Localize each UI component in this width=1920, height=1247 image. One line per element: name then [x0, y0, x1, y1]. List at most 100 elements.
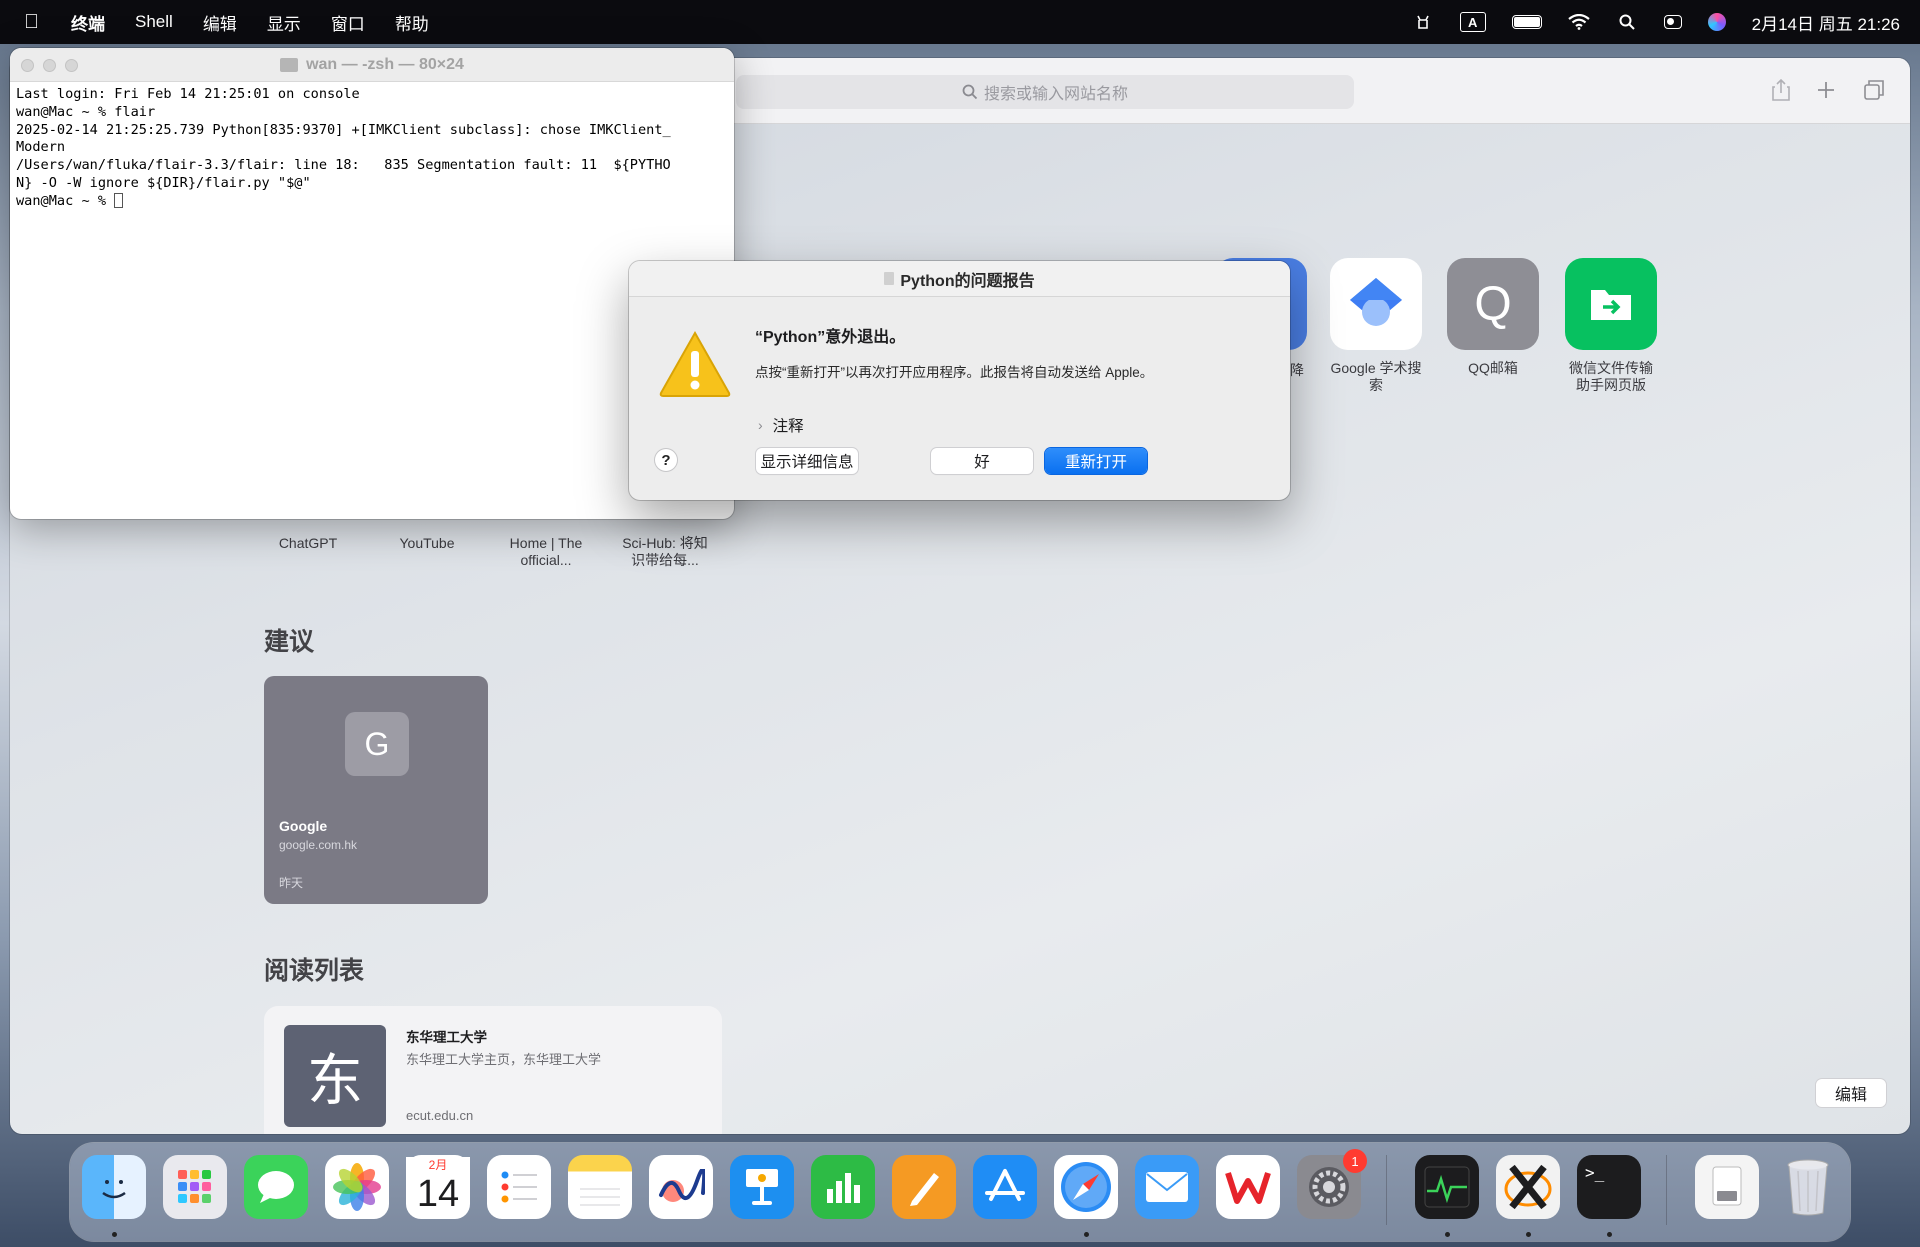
reading-list-item[interactable]: 东 东华理工大学 东华理工大学主页，东华理工大学 ecut.edu.cn: [264, 1006, 722, 1134]
menu-edit[interactable]: 编辑: [188, 10, 252, 35]
terminal-line: Last login: Fri Feb 14 21:25:01 on conso…: [16, 86, 360, 102]
favorite-label: Sci-Hub: 将知识带给每...: [622, 535, 708, 568]
favorite-google-scholar[interactable]: Google 学术搜索: [1330, 258, 1422, 394]
ok-button[interactable]: 好: [931, 448, 1033, 474]
menu-clock[interactable]: 2月14日 周五 21:26: [1752, 10, 1900, 35]
help-button[interactable]: ?: [655, 449, 677, 471]
terminal-line: /Users/wan/fluka/flair-3.3/flair: line 1…: [16, 157, 671, 174]
calendar-icon[interactable]: 2月 14: [406, 1155, 470, 1219]
suggestion-url: google.com.hk: [279, 838, 358, 852]
photos-icon[interactable]: [325, 1155, 389, 1219]
notification-badge: 1: [1343, 1149, 1367, 1173]
wechat-file-transfer-icon: [1565, 258, 1657, 350]
suggestion-title: Google: [279, 818, 328, 834]
wps-icon[interactable]: [1216, 1155, 1280, 1219]
suggestions-heading: 建议: [264, 628, 315, 656]
favorite-label: 微信文件传输助手网页版: [1569, 360, 1653, 393]
terminal-cursor: [114, 192, 124, 208]
dialog-heading: “Python”意外退出。: [755, 329, 906, 346]
pages-icon[interactable]: [892, 1155, 956, 1219]
address-bar-placeholder: 搜索或输入网站名称: [983, 86, 1128, 103]
menu-view[interactable]: 显示: [252, 10, 316, 35]
menu-app-name[interactable]: 终端: [56, 10, 120, 35]
crash-report-dialog: Python的问题报告 “Python”意外退出。 点按“重新打开”以再次打开应…: [629, 261, 1290, 500]
terminal-icon[interactable]: >_: [1577, 1155, 1641, 1219]
warning-icon: [659, 330, 731, 397]
suggestion-card-google[interactable]: G Google google.com.hk 昨天: [264, 676, 488, 904]
battery-icon[interactable]: [1511, 15, 1542, 29]
address-bar[interactable]: 搜索或输入网站名称: [736, 75, 1354, 109]
qq-mail-icon: Q: [1447, 258, 1539, 350]
control-center-icon[interactable]: [1663, 15, 1682, 29]
reading-item-description: 东华理工大学主页，东华理工大学: [406, 1052, 602, 1067]
edit-button[interactable]: 编辑: [1816, 1079, 1886, 1107]
apple-menu-icon[interactable]: : [24, 11, 56, 34]
wifi-icon[interactable]: [1567, 13, 1590, 31]
messages-icon[interactable]: [244, 1155, 308, 1219]
reading-item-url: ecut.edu.cn: [406, 1108, 474, 1123]
system-settings-icon[interactable]: 1: [1297, 1149, 1367, 1219]
favorite-qq-mail[interactable]: Q QQ邮箱: [1447, 258, 1539, 377]
tab-overview-icon[interactable]: [1860, 76, 1888, 104]
favorite-label: YouTube: [399, 535, 455, 551]
favorite-label: Home | The official...: [509, 535, 583, 568]
folder-icon: [280, 58, 299, 72]
status-app-icon[interactable]: [1412, 13, 1434, 31]
downloads-folder-icon[interactable]: [1695, 1155, 1759, 1219]
xquartz-icon[interactable]: [1496, 1155, 1560, 1219]
share-icon[interactable]: [1767, 76, 1795, 104]
input-source-icon[interactable]: A: [1459, 12, 1486, 32]
favorite-label: QQ邮箱: [1468, 360, 1518, 376]
favorite-chatgpt[interactable]: ChatGPT: [262, 525, 354, 552]
terminal-line: Modern: [16, 139, 66, 156]
terminal-output[interactable]: Last login: Fri Feb 14 21:25:01 on conso…: [10, 82, 734, 215]
trash-icon[interactable]: [1776, 1155, 1840, 1219]
terminal-line: 2025-02-14 21:25:25.739 Python[835:9370]…: [16, 121, 671, 138]
reminders-icon[interactable]: [487, 1155, 551, 1219]
reading-item-title: 东华理工大学: [406, 1030, 487, 1045]
menu-help[interactable]: 帮助: [380, 10, 444, 35]
dialog-title: Python的问题报告: [900, 272, 1035, 290]
keynote-icon[interactable]: [730, 1155, 794, 1219]
suggestion-time: 昨天: [279, 876, 304, 890]
notes-label: 注释: [772, 418, 804, 435]
siri-icon[interactable]: [1707, 13, 1726, 31]
launchpad-icon[interactable]: [163, 1155, 227, 1219]
menu-shell[interactable]: Shell: [120, 12, 188, 32]
activity-monitor-icon[interactable]: [1415, 1155, 1479, 1219]
favorite-wechat-file-transfer[interactable]: 微信文件传输助手网页版: [1565, 258, 1657, 394]
safari-icon[interactable]: [1054, 1155, 1118, 1219]
mail-icon[interactable]: [1135, 1155, 1199, 1219]
notes-disclosure[interactable]: › 注释: [758, 414, 804, 436]
document-icon: [884, 272, 895, 285]
menu-window[interactable]: 窗口: [316, 10, 380, 35]
menu-bar:  终端 Shell 编辑 显示 窗口 帮助 A 2月14日 周五 21:26: [0, 0, 1920, 44]
favorite-youtube[interactable]: YouTube: [381, 525, 473, 552]
freeform-icon[interactable]: [649, 1155, 713, 1219]
show-details-button[interactable]: 显示详细信息: [756, 448, 858, 474]
reopen-button[interactable]: 重新打开: [1045, 448, 1147, 474]
search-icon: [962, 84, 978, 100]
favorite-label: ChatGPT: [278, 535, 338, 551]
terminal-line: N} -O -W ignore ${DIR}/flair.py "$@": [16, 174, 311, 191]
terminal-prompt: wan@Mac ~ %: [16, 192, 115, 209]
notes-icon[interactable]: [568, 1155, 632, 1219]
partially-hidden-favorite-label: 降: [1290, 362, 1304, 378]
numbers-icon[interactable]: [811, 1155, 875, 1219]
favorite-home-official[interactable]: Home | The official...: [500, 525, 592, 569]
terminal-window: wan — -zsh — 80×24 Last login: Fri Feb 1…: [10, 48, 734, 519]
app-store-icon[interactable]: [973, 1155, 1037, 1219]
google-letter-icon: G: [345, 712, 409, 776]
terminal-title: wan — -zsh — 80×24: [306, 56, 464, 73]
finder-icon[interactable]: [82, 1155, 146, 1219]
calendar-day: 14: [416, 1173, 460, 1215]
dialog-message: 点按“重新打开”以再次打开应用程序。此报告将自动发送给 Apple。: [755, 365, 1154, 380]
new-tab-icon[interactable]: [1812, 76, 1840, 104]
chevron-right-icon: ›: [758, 417, 763, 433]
spotlight-search-icon[interactable]: [1616, 13, 1638, 31]
dock: 2月 14 1 >_: [70, 1143, 1850, 1241]
favorite-label: Google 学术搜索: [1330, 360, 1422, 393]
google-scholar-icon: [1330, 258, 1422, 350]
terminal-line: wan@Mac ~ % flair: [16, 103, 156, 120]
favorite-sci-hub[interactable]: Sci-Hub: 将知识带给每...: [619, 525, 711, 569]
